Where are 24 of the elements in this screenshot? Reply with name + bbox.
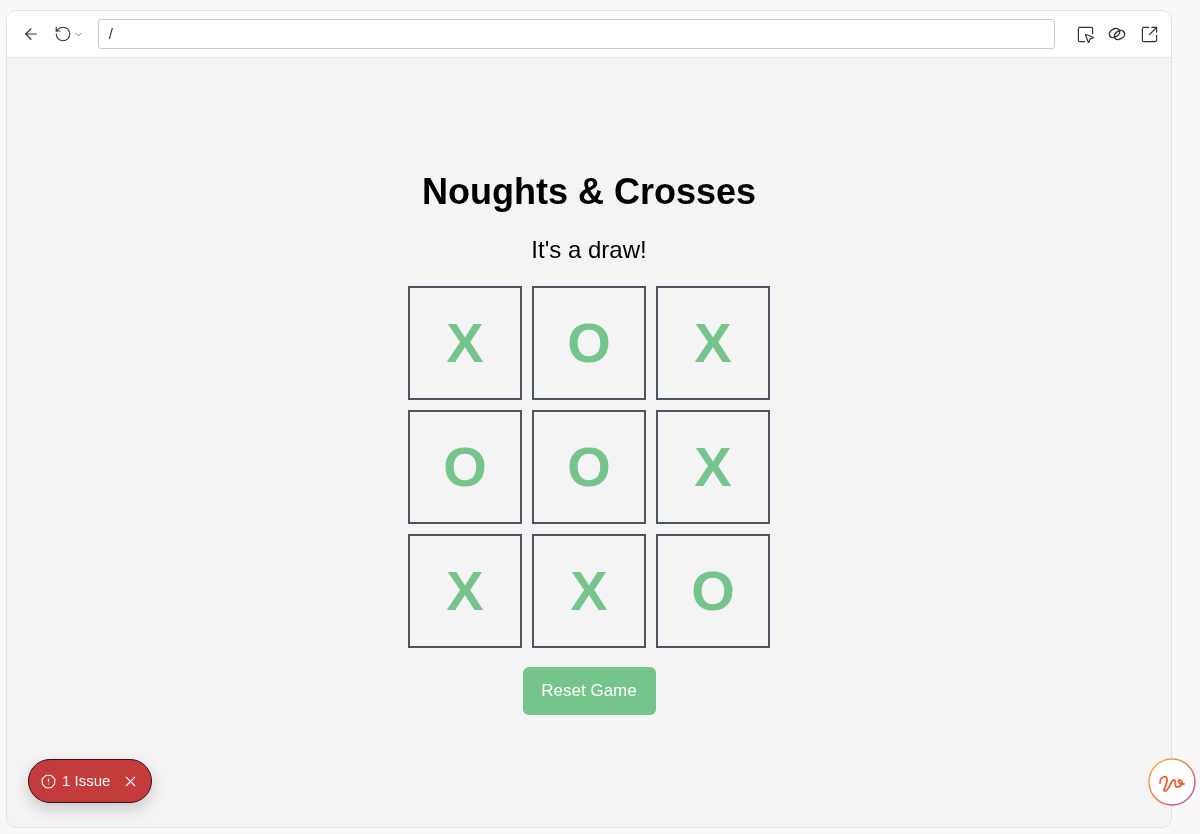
issue-label: 1 Issue — [62, 770, 111, 791]
game-status: It's a draw! — [531, 235, 647, 265]
squiggle-logo-icon[interactable] — [1148, 758, 1196, 806]
board-cell[interactable]: X — [408, 286, 522, 400]
open-external-button[interactable] — [1139, 24, 1159, 44]
board-cell[interactable]: O — [532, 410, 646, 524]
board-cell[interactable]: O — [656, 534, 770, 648]
address-text: / — [108, 23, 113, 44]
address-field[interactable]: / — [97, 19, 1055, 49]
game-title: Noughts & Crosses — [421, 170, 757, 214]
external-link-icon — [1139, 24, 1159, 44]
board-cell[interactable]: X — [532, 534, 646, 648]
link-icon — [1108, 26, 1126, 42]
reload-icon — [53, 25, 72, 43]
board-cell[interactable]: X — [656, 410, 770, 524]
alert-icon — [41, 773, 56, 789]
reset-game-button[interactable]: Reset Game — [522, 667, 656, 715]
board-cell[interactable]: O — [532, 286, 646, 400]
board-cell[interactable]: O — [408, 410, 522, 524]
board-cell[interactable]: X — [656, 286, 770, 400]
cursor-square-icon — [1075, 24, 1095, 44]
inspect-button[interactable] — [1075, 24, 1095, 44]
issue-badge[interactable]: 1 Issue — [28, 759, 153, 803]
board-cell[interactable]: X — [408, 534, 522, 648]
